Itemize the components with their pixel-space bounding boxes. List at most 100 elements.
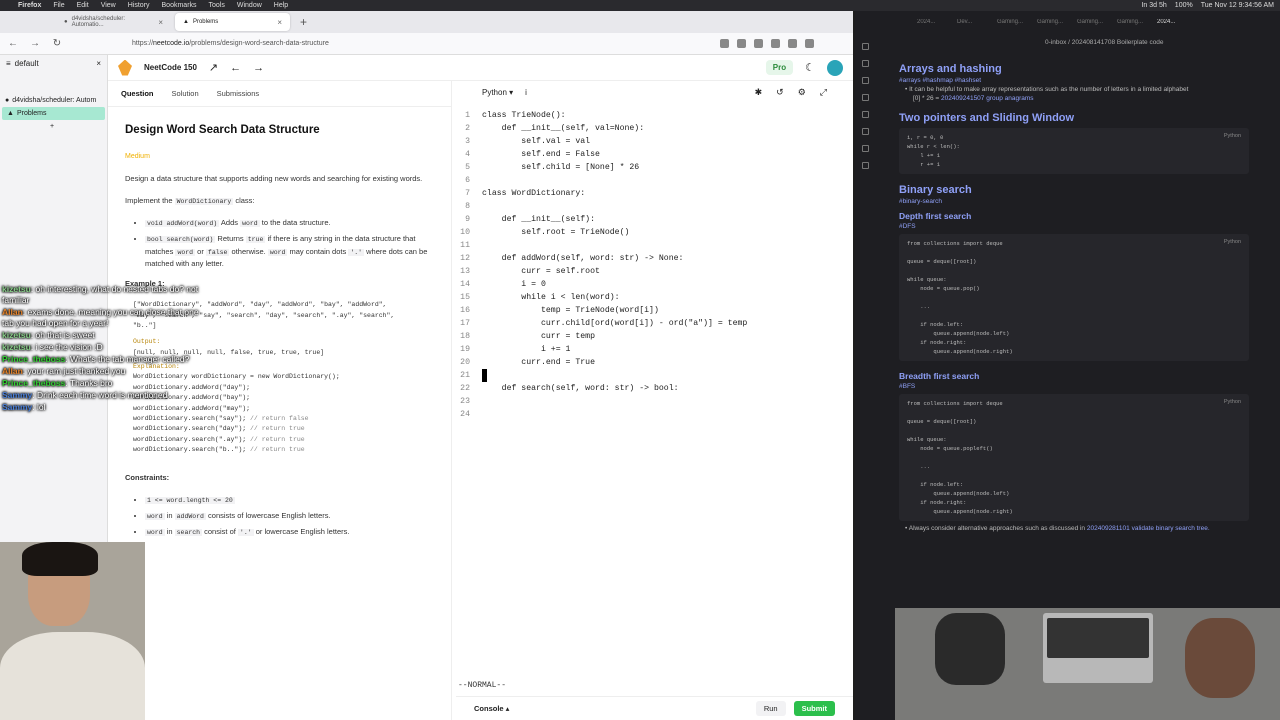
reset-icon[interactable]: ↺ bbox=[776, 87, 784, 98]
code-line[interactable]: 1 class TrieNode(): bbox=[456, 109, 853, 122]
code-line[interactable]: 9 def __init__(self): bbox=[456, 213, 853, 226]
extension-icon[interactable] bbox=[771, 39, 780, 48]
menu-window[interactable]: Window bbox=[237, 2, 262, 9]
obsidian-tab[interactable]: Gaming... bbox=[1117, 19, 1151, 25]
code-line[interactable]: 6 bbox=[456, 174, 853, 187]
submit-button[interactable]: Submit bbox=[793, 701, 835, 716]
menu-bookmarks[interactable]: Bookmarks bbox=[162, 2, 197, 9]
external-link-icon[interactable]: ↗ bbox=[209, 61, 218, 74]
bookmark-icon[interactable] bbox=[861, 77, 869, 84]
line-number: 3 bbox=[465, 137, 470, 146]
code-line[interactable]: 20 curr.end = True bbox=[456, 356, 853, 369]
code-editor[interactable]: 1 class TrieNode(): 2 def __init__(self, v… bbox=[456, 103, 853, 421]
code-line[interactable]: 18 curr = temp bbox=[456, 330, 853, 343]
code-line[interactable]: 4 self.end = False bbox=[456, 148, 853, 161]
canvas-icon[interactable] bbox=[861, 128, 869, 135]
template-icon[interactable] bbox=[861, 145, 869, 152]
internal-link[interactable]: 202409281101 validate binary search tree… bbox=[1087, 525, 1210, 532]
clock[interactable]: Tue Nov 12 9:34:56 AM bbox=[1201, 2, 1274, 9]
search-icon[interactable] bbox=[861, 60, 869, 67]
code-line[interactable]: 19 i += 1 bbox=[456, 343, 853, 356]
tab-question[interactable]: Question bbox=[121, 89, 154, 98]
code-line[interactable]: 15 while i < len(word): bbox=[456, 291, 853, 304]
language-select[interactable]: Python ▾ bbox=[482, 88, 513, 97]
code-line[interactable]: 22 def search(self, word: str) -> bool: bbox=[456, 382, 853, 395]
extension-icon[interactable] bbox=[788, 39, 797, 48]
reload-icon[interactable]: ↻ bbox=[50, 38, 64, 49]
sidebar-toggle-icon[interactable]: ≡ bbox=[6, 59, 11, 68]
tag-bfs[interactable]: #BFS bbox=[899, 383, 1249, 390]
calendar-status[interactable]: In 3d 5h bbox=[1141, 2, 1166, 9]
battery-status[interactable]: 100% bbox=[1175, 2, 1193, 9]
info-icon[interactable]: i bbox=[525, 88, 527, 97]
menu-view[interactable]: View bbox=[101, 2, 116, 9]
pro-button[interactable]: Pro bbox=[765, 60, 794, 75]
menu-help[interactable]: Help bbox=[274, 2, 288, 9]
close-icon[interactable]: × bbox=[158, 18, 163, 27]
close-icon[interactable]: × bbox=[277, 18, 282, 27]
back-icon[interactable]: ← bbox=[6, 38, 20, 49]
workspace-header[interactable]: ≡ default × bbox=[0, 55, 107, 72]
address-bar[interactable]: https://neetcode.io/problems/design-word… bbox=[132, 36, 562, 52]
sidebar-item-problems[interactable]: ▲ Problems bbox=[2, 107, 105, 120]
tags-arrays[interactable]: #arrays #hashmap #hashset bbox=[899, 77, 1249, 84]
fullscreen-icon[interactable]: ⤢ bbox=[820, 87, 827, 98]
settings-icon[interactable]: ⚙ bbox=[798, 87, 806, 98]
console-toggle[interactable]: Console ▴ bbox=[474, 704, 509, 713]
code-line[interactable]: 13 curr = self.root bbox=[456, 265, 853, 278]
code-line[interactable]: 24 bbox=[456, 408, 853, 421]
neetcode-logo-icon[interactable] bbox=[118, 59, 132, 76]
sidebar-item-github[interactable]: ● d4vidsha/scheduler: Autom bbox=[0, 94, 107, 107]
avatar[interactable] bbox=[827, 59, 843, 76]
next-problem-icon[interactable]: → bbox=[253, 62, 264, 74]
code-line[interactable]: 11 bbox=[456, 239, 853, 252]
obsidian-tab[interactable]: Gaming... bbox=[1037, 19, 1071, 25]
forward-icon[interactable]: → bbox=[28, 38, 42, 49]
tab-solution[interactable]: Solution bbox=[172, 89, 199, 98]
code-line[interactable]: 2 def __init__(self, val=None): bbox=[456, 122, 853, 135]
command-icon[interactable] bbox=[861, 162, 869, 169]
graph-icon[interactable] bbox=[861, 94, 869, 101]
tab-submissions[interactable]: Submissions bbox=[217, 89, 260, 98]
menu-file[interactable]: File bbox=[53, 2, 64, 9]
code-line[interactable]: 10 self.root = TrieNode() bbox=[456, 226, 853, 239]
obsidian-tab[interactable]: Gaming... bbox=[1077, 19, 1111, 25]
add-tab-icon[interactable]: + bbox=[0, 120, 107, 133]
code-line[interactable]: 14 i = 0 bbox=[456, 278, 853, 291]
calendar-icon[interactable] bbox=[861, 111, 869, 118]
folder-icon[interactable] bbox=[861, 43, 869, 50]
code-line[interactable]: 12 def addWord(self, word: str) -> None: bbox=[456, 252, 853, 265]
obsidian-tab[interactable]: 2024... bbox=[917, 19, 951, 25]
menu-icon[interactable] bbox=[805, 39, 814, 48]
menu-tools[interactable]: Tools bbox=[209, 2, 225, 9]
download-icon[interactable] bbox=[720, 39, 729, 48]
problem-list-title[interactable]: NeetCode 150 bbox=[144, 63, 197, 72]
code-line[interactable]: 23 bbox=[456, 395, 853, 408]
code-line[interactable]: 17 curr.child[ord(word[i]) - ord("a")] =… bbox=[456, 317, 853, 330]
run-button[interactable]: Run bbox=[755, 701, 786, 716]
tab-problems[interactable]: ▲ Problems × bbox=[175, 13, 290, 31]
internal-link[interactable]: 202409241507 group anagrams bbox=[941, 95, 1034, 102]
obsidian-tab-active[interactable]: 2024... bbox=[1157, 19, 1191, 25]
prev-problem-icon[interactable]: ← bbox=[230, 62, 241, 74]
tag-binary-search[interactable]: #binary-search bbox=[899, 198, 1249, 205]
menu-history[interactable]: History bbox=[128, 2, 150, 9]
code-line[interactable]: 7 class WordDictionary: bbox=[456, 187, 853, 200]
extension-icon[interactable] bbox=[754, 39, 763, 48]
moon-icon[interactable]: ☾ bbox=[805, 61, 815, 74]
code-line[interactable]: 3 self.val = val bbox=[456, 135, 853, 148]
tab-github[interactable]: ● d4vidsha/scheduler: Automatio... × bbox=[56, 13, 171, 31]
menu-app-name[interactable]: Firefox bbox=[18, 2, 41, 9]
obsidian-tab[interactable]: Dev... bbox=[957, 19, 991, 25]
code-line[interactable]: 16 temp = TrieNode(word[i]) bbox=[456, 304, 853, 317]
extension-icon[interactable] bbox=[737, 39, 746, 48]
tag-dfs[interactable]: #DFS bbox=[899, 223, 1249, 230]
obsidian-tab[interactable]: Gaming... bbox=[997, 19, 1031, 25]
bug-icon[interactable]: ✱ bbox=[755, 87, 763, 98]
new-tab-button[interactable]: + bbox=[294, 15, 313, 29]
menu-edit[interactable]: Edit bbox=[77, 2, 89, 9]
code-line[interactable]: 8 bbox=[456, 200, 853, 213]
code-line[interactable]: 21 bbox=[456, 369, 853, 382]
close-icon[interactable]: × bbox=[96, 59, 101, 68]
code-line[interactable]: 5 self.child = [None] * 26 bbox=[456, 161, 853, 174]
